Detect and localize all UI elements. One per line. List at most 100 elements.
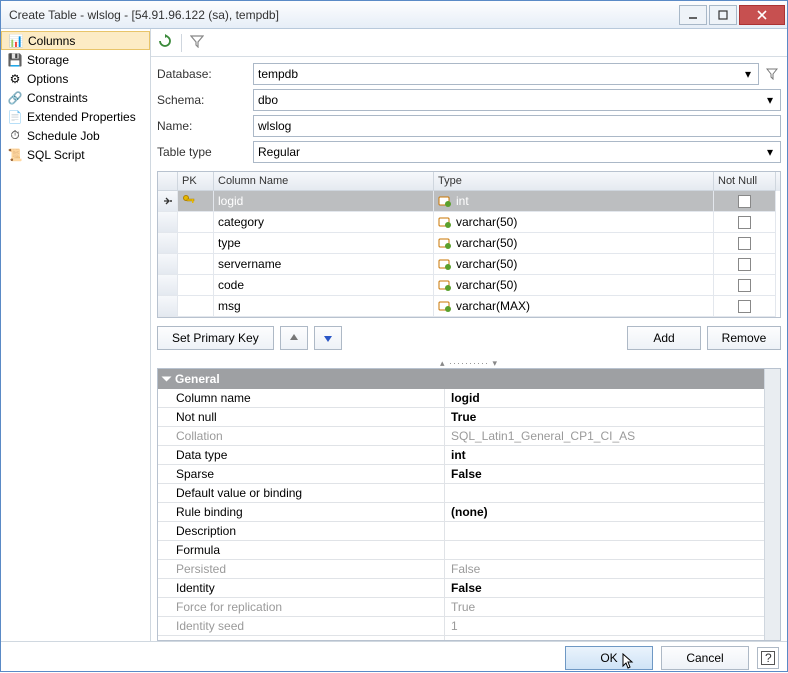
sidebar-item-storage[interactable]: 💾Storage [1, 50, 150, 69]
checkbox[interactable] [738, 237, 751, 250]
help-button[interactable]: ? [757, 647, 779, 669]
property-value[interactable]: logid [444, 389, 764, 407]
type-cell[interactable]: varchar(50) [434, 254, 714, 275]
col-notnull[interactable]: Not Null [714, 172, 776, 191]
chevron-down-icon: ▾ [740, 66, 756, 82]
sidebar-item-sql-script[interactable]: 📜SQL Script [1, 145, 150, 164]
property-value[interactable]: (none) [444, 503, 764, 521]
sidebar-item-columns[interactable]: 📊Columns [1, 31, 150, 50]
row-header[interactable] [158, 191, 178, 212]
notnull-cell[interactable] [714, 233, 776, 254]
property-row[interactable]: Column namelogid [158, 389, 764, 408]
remove-button[interactable]: Remove [707, 326, 781, 350]
property-label: Persisted [158, 560, 444, 578]
property-row[interactable]: Formula [158, 541, 764, 560]
column-name-cell[interactable]: type [214, 233, 434, 254]
row-header[interactable] [158, 296, 178, 317]
col-pk[interactable]: PK [178, 172, 214, 191]
properties-section-header[interactable]: General [158, 369, 764, 389]
notnull-cell[interactable] [714, 254, 776, 275]
sidebar-item-constraints[interactable]: 🔗Constraints [1, 88, 150, 107]
form: Database: tempdb▾ Schema: dbo▾ Name: wls… [151, 57, 787, 171]
property-row[interactable]: CollationSQL_Latin1_General_CP1_CI_AS [158, 427, 764, 446]
sidebar-item-extended-properties[interactable]: 📄Extended Properties [1, 107, 150, 126]
scrollbar[interactable] [764, 369, 780, 640]
add-button[interactable]: Add [627, 326, 701, 350]
maximize-button[interactable] [709, 5, 737, 25]
property-row[interactable]: SparseFalse [158, 465, 764, 484]
refresh-button[interactable] [157, 33, 173, 52]
col-name[interactable]: Column Name [214, 172, 434, 191]
notnull-cell[interactable] [714, 296, 776, 317]
row-header[interactable] [158, 233, 178, 254]
property-value[interactable]: False [444, 560, 764, 578]
set-primary-key-button[interactable]: Set Primary Key [157, 326, 274, 350]
splitter[interactable]: ▴ ·········· ▾ [151, 358, 787, 368]
property-row[interactable]: Identity seed1 [158, 617, 764, 636]
column-name-cell[interactable]: servername [214, 254, 434, 275]
property-value[interactable]: int [444, 446, 764, 464]
close-button[interactable] [739, 5, 785, 25]
checkbox[interactable] [738, 300, 751, 313]
property-value[interactable]: True [444, 598, 764, 616]
table-row[interactable]: servernamevarchar(50) [158, 254, 780, 275]
property-row[interactable]: Rule binding(none) [158, 503, 764, 522]
type-cell[interactable]: varchar(50) [434, 233, 714, 254]
property-value[interactable] [444, 484, 764, 502]
property-row[interactable]: Not nullTrue [158, 408, 764, 427]
property-row[interactable]: PersistedFalse [158, 560, 764, 579]
property-value[interactable]: SQL_Latin1_General_CP1_CI_AS [444, 427, 764, 445]
type-cell[interactable]: int [434, 191, 714, 212]
column-name-cell[interactable]: code [214, 275, 434, 296]
checkbox[interactable] [738, 279, 751, 292]
checkbox[interactable] [738, 195, 751, 208]
property-value[interactable]: 1 [444, 617, 764, 635]
pk-cell [178, 212, 214, 233]
checkbox[interactable] [738, 216, 751, 229]
col-type[interactable]: Type [434, 172, 714, 191]
table-row[interactable]: codevarchar(50) [158, 275, 780, 296]
property-row[interactable]: Data typeint [158, 446, 764, 465]
sidebar-item-label: Extended Properties [27, 110, 136, 124]
move-down-button[interactable] [314, 326, 342, 350]
table-row[interactable]: logidint [158, 191, 780, 212]
column-name-cell[interactable]: category [214, 212, 434, 233]
property-value[interactable] [444, 541, 764, 559]
cancel-button[interactable]: Cancel [661, 646, 749, 670]
table-row[interactable]: msgvarchar(MAX) [158, 296, 780, 317]
column-name-cell[interactable]: msg [214, 296, 434, 317]
property-row[interactable]: IdentityFalse [158, 579, 764, 598]
name-input[interactable]: wlslog [253, 115, 781, 137]
sidebar-item-options[interactable]: ⚙Options [1, 69, 150, 88]
type-cell[interactable]: varchar(50) [434, 275, 714, 296]
notnull-cell[interactable] [714, 212, 776, 233]
move-up-button[interactable] [280, 326, 308, 350]
sidebar-item-schedule-job[interactable]: ⏱Schedule Job [1, 126, 150, 145]
notnull-cell[interactable] [714, 191, 776, 212]
row-header[interactable] [158, 254, 178, 275]
property-value[interactable] [444, 522, 764, 540]
property-row[interactable]: Default value or binding [158, 484, 764, 503]
property-value[interactable]: False [444, 465, 764, 483]
property-row[interactable]: Force for replicationTrue [158, 598, 764, 617]
filter-button[interactable] [190, 34, 204, 51]
checkbox[interactable] [738, 258, 751, 271]
table-row[interactable]: categoryvarchar(50) [158, 212, 780, 233]
database-select[interactable]: tempdb▾ [253, 63, 759, 85]
type-cell[interactable]: varchar(MAX) [434, 296, 714, 317]
minimize-button[interactable] [679, 5, 707, 25]
property-value[interactable]: True [444, 408, 764, 426]
table-row[interactable]: typevarchar(50) [158, 233, 780, 254]
schema-select[interactable]: dbo▾ [253, 89, 781, 111]
property-value[interactable]: False [444, 579, 764, 597]
type-cell[interactable]: varchar(50) [434, 212, 714, 233]
row-header[interactable] [158, 275, 178, 296]
ok-button[interactable]: OK [565, 646, 653, 670]
tabletype-select[interactable]: Regular▾ [253, 141, 781, 163]
row-header[interactable] [158, 212, 178, 233]
column-name-cell[interactable]: logid [214, 191, 434, 212]
filter-icon[interactable] [763, 63, 781, 85]
footer: OK Cancel ? [1, 641, 787, 673]
notnull-cell[interactable] [714, 275, 776, 296]
property-row[interactable]: Description [158, 522, 764, 541]
